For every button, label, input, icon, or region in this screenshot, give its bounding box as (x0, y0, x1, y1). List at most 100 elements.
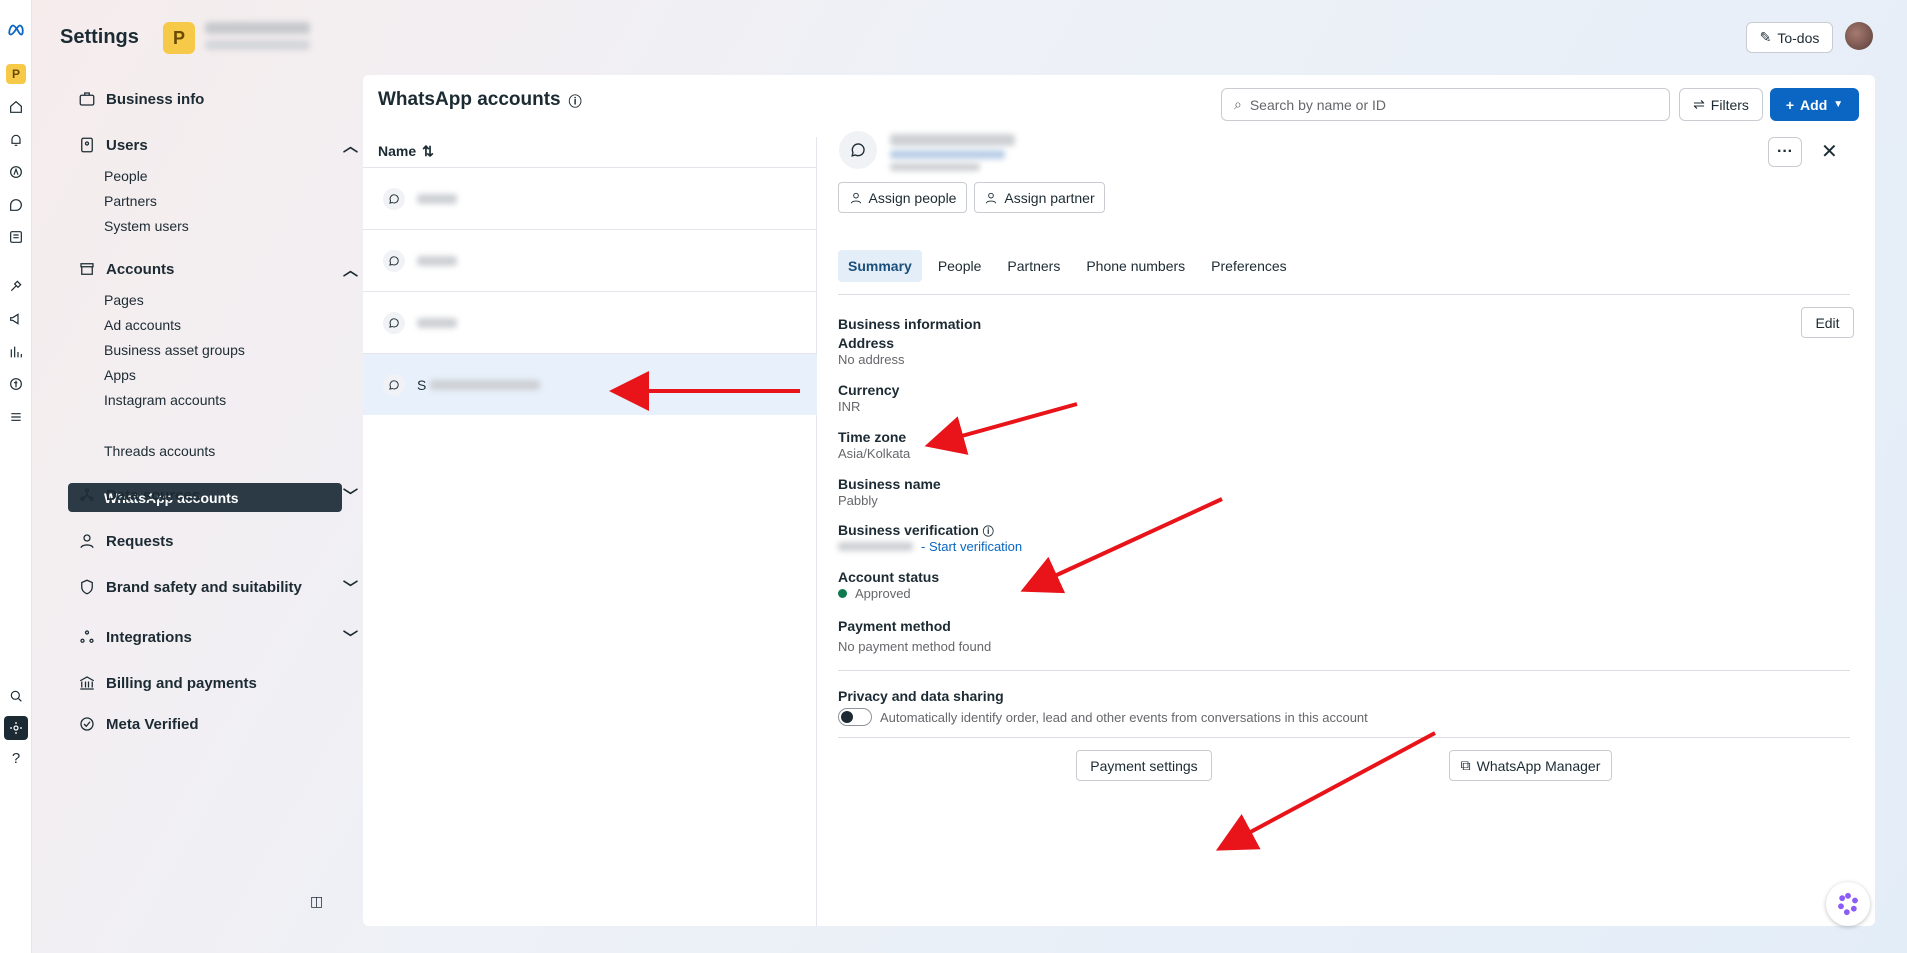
nav-integrations[interactable]: Integrations ﹀ (78, 628, 358, 647)
section-title: Business information (838, 316, 982, 332)
meta-logo-icon[interactable] (6, 20, 26, 40)
tab-people[interactable]: People (928, 250, 992, 282)
list-item[interactable] (363, 167, 817, 229)
nav-item-partners[interactable]: Partners (104, 193, 157, 209)
list-item[interactable] (363, 291, 817, 353)
megaphone-icon[interactable] (6, 309, 26, 329)
main-panel: WhatsApp accounts ⓘ ⌕ Search by name or ID… (363, 75, 1875, 926)
home-icon[interactable] (6, 97, 26, 117)
content-icon[interactable] (6, 227, 26, 247)
redacted-owner (890, 163, 980, 171)
verification-label: Business verification ⓘ (838, 522, 994, 538)
bell-icon[interactable] (6, 130, 26, 150)
list-item[interactable] (363, 229, 817, 291)
chevron-up-icon: ︿ (342, 261, 358, 279)
filters-button[interactable]: ⇌ Filters (1679, 88, 1763, 121)
avatar[interactable] (1845, 22, 1873, 50)
person-icon (850, 192, 861, 203)
todos-label: To-dos (1777, 29, 1820, 46)
nav-requests[interactable]: Requests (78, 532, 358, 550)
payment-settings-button[interactable]: Payment settings (1076, 750, 1212, 781)
help-icon[interactable]: ? (6, 748, 26, 768)
add-button[interactable]: + Add ▼ (1770, 88, 1859, 121)
privacy-toggle[interactable] (838, 708, 872, 726)
external-link-icon: ⧉ (1460, 757, 1471, 773)
status-value: Approved (838, 586, 911, 601)
business-name-value: Pabbly (838, 493, 878, 508)
currency-value: INR (838, 399, 861, 414)
assign-people-button[interactable]: Assign people (838, 182, 967, 213)
data-sources-icon (80, 488, 94, 501)
nav-item-business-asset-groups[interactable]: Business asset groups (104, 342, 245, 358)
page-title: WhatsApp accounts ⓘ (378, 89, 582, 110)
integrations-icon (80, 630, 94, 643)
person-icon (80, 534, 94, 549)
nav-item-pages[interactable]: Pages (104, 292, 144, 308)
business-chip[interactable]: P (163, 22, 195, 54)
tab-phone-numbers[interactable]: Phone numbers (1076, 250, 1195, 282)
plus-icon: + (1785, 96, 1795, 113)
nav-item-ad-accounts[interactable]: Ad accounts (104, 317, 181, 333)
redacted-name (430, 379, 541, 390)
edit-button[interactable]: Edit (1801, 307, 1854, 338)
nav-billing[interactable]: Billing and payments (78, 674, 358, 692)
nav-brand-safety[interactable]: Brand safety and suitability ﹀ (78, 578, 358, 597)
assistant-icon[interactable] (1826, 882, 1870, 926)
person-icon (986, 192, 997, 203)
nav-users[interactable]: Users ︿ (78, 136, 358, 155)
status-dot (838, 589, 847, 598)
redacted-verification-status (838, 542, 913, 551)
business-name-label: Business name (838, 476, 941, 492)
search-input[interactable]: ⌕ Search by name or ID (1221, 88, 1670, 121)
chat-icon[interactable] (6, 195, 26, 215)
nav-meta-verified[interactable]: Meta Verified (78, 715, 358, 733)
nav-item-system-users[interactable]: System users (104, 218, 189, 234)
nav-accounts[interactable]: Accounts ︿ (78, 260, 358, 279)
collapse-sidebar-icon[interactable]: ◫ (310, 893, 323, 910)
nav-item-threads-accounts[interactable]: Threads accounts (104, 443, 215, 459)
billing-icon[interactable] (6, 374, 26, 394)
redacted-name (417, 193, 457, 204)
nav-item-apps[interactable]: Apps (104, 367, 136, 383)
redacted-name (417, 317, 457, 328)
tab-summary[interactable]: Summary (838, 250, 922, 282)
settings-gear-icon[interactable] (4, 716, 28, 740)
close-icon[interactable]: ✕ (1821, 139, 1838, 164)
list-item-selected[interactable]: S (363, 353, 817, 415)
nav-item-people[interactable]: People (104, 168, 148, 184)
whatsapp-icon (383, 373, 405, 396)
more-options-button[interactable]: ··· (1768, 137, 1802, 167)
detail-tabs: Summary People Partners Phone numbers Pr… (838, 250, 1303, 282)
timezone-value: Asia/Kolkata (838, 446, 911, 461)
start-verification-link[interactable]: - Start verification (921, 539, 1022, 554)
menu-icon[interactable] (6, 407, 26, 427)
chevron-up-icon: ︿ (342, 137, 358, 155)
assign-partner-button[interactable]: Assign partner (974, 182, 1105, 213)
address-value: No address (838, 352, 905, 367)
insights-icon[interactable] (6, 342, 26, 362)
info-icon[interactable]: ⓘ (983, 526, 994, 538)
todos-button[interactable]: ✎ To-dos (1746, 22, 1833, 53)
redacted-account-id (890, 150, 1005, 159)
status-label: Account status (838, 569, 940, 585)
whatsapp-manager-button[interactable]: ⧉ WhatsApp Manager (1449, 750, 1612, 781)
info-icon[interactable]: ⓘ (569, 91, 582, 110)
tab-partners[interactable]: Partners (997, 250, 1070, 282)
business-subtitle-redacted (205, 40, 310, 50)
divider (838, 294, 1850, 295)
nav-item-instagram-accounts[interactable]: Instagram accounts (104, 392, 226, 408)
verification-value: - Start verification (838, 539, 1022, 554)
tab-preferences[interactable]: Preferences (1201, 250, 1296, 282)
search-icon[interactable] (6, 686, 26, 706)
business-name-redacted (205, 22, 310, 34)
todos-icon: ✎ (1759, 29, 1772, 45)
briefcase-icon (79, 92, 95, 106)
currency-label: Currency (838, 382, 900, 398)
nav-business-info[interactable]: Business info (78, 90, 358, 108)
business-avatar-icon[interactable]: P (6, 64, 26, 84)
ads-icon[interactable] (6, 162, 26, 182)
divider (838, 670, 1850, 671)
payment-value: No payment method found (838, 639, 992, 654)
nav-data-sources[interactable]: Data sources ﹀ (78, 486, 358, 505)
tools-icon[interactable] (6, 276, 26, 296)
